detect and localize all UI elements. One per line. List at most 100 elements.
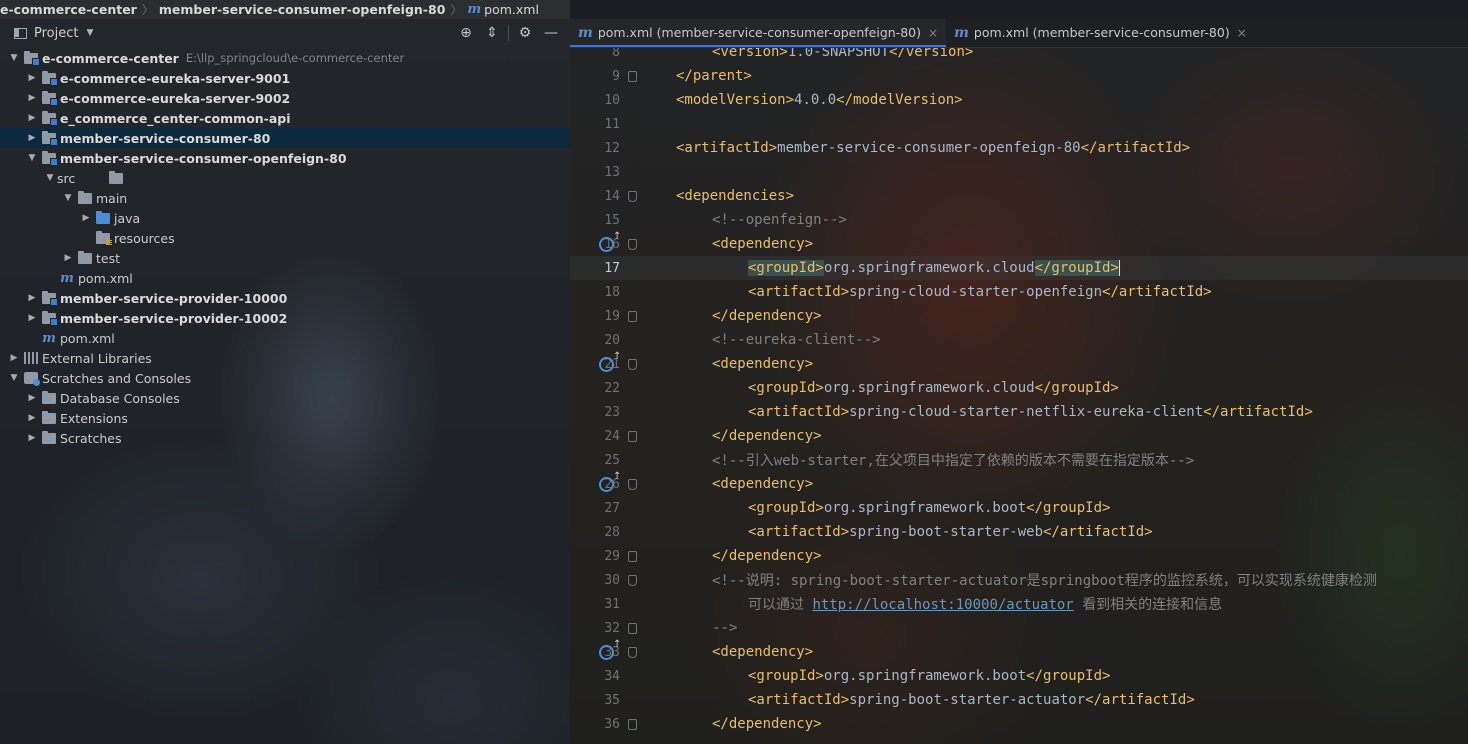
code-editor[interactable]: 8 <version>1.0-SNAPSHOT</version> 9 </pa… <box>570 19 1468 744</box>
tab-pom-openfeign-80[interactable]: m pom.xml (member-service-consumer-openf… <box>570 19 947 47</box>
tree-item-provider-10002[interactable]: ▶ member-service-provider-10002 <box>0 308 570 328</box>
fold-icon[interactable] <box>628 430 637 442</box>
code-line-25[interactable]: 25 <!--引入web-starter,在父项目中指定了依赖的版本不需要在指定… <box>570 448 1468 472</box>
tree-item-module-pom[interactable]: m pom.xml <box>0 268 570 288</box>
tree-item-test[interactable]: ▶ test <box>0 248 570 268</box>
breadcrumb-file[interactable]: pom.xml <box>484 2 539 17</box>
code-line-9[interactable]: 9 </parent> <box>570 64 1468 88</box>
collapse-arrow-icon[interactable]: ▶ <box>25 413 39 423</box>
collapse-arrow-icon[interactable]: ▶ <box>7 353 21 363</box>
maven-override-icon[interactable] <box>599 639 621 660</box>
expand-arrow-icon[interactable]: ▼ <box>25 153 39 163</box>
tree-item-provider-10000[interactable]: ▶ member-service-provider-10000 <box>0 288 570 308</box>
tree-item-eureka-9002[interactable]: ▶ e-commerce-eureka-server-9002 <box>0 88 570 108</box>
code-line-28[interactable]: 28 <artifactId>spring-boot-starter-web</… <box>570 520 1468 544</box>
expand-arrow-icon[interactable]: ▼ <box>7 373 21 383</box>
tree-item-common-api[interactable]: ▶ e_commerce_center-common-api <box>0 108 570 128</box>
code-line-12[interactable]: 12 <artifactId>member-service-consumer-o… <box>570 136 1468 160</box>
code-line-17[interactable]: 17 <groupId>org.springframework.cloud</g… <box>570 256 1468 280</box>
maven-file-icon: m <box>42 330 56 346</box>
tree-item-root-pom[interactable]: m pom.xml <box>0 328 570 348</box>
tree-item-database-consoles[interactable]: ▶ Database Consoles <box>0 388 570 408</box>
collapse-arrow-icon[interactable]: ▶ <box>25 133 39 143</box>
collapse-arrow-icon[interactable]: ▶ <box>25 293 39 303</box>
tab-pom-consumer-80[interactable]: m pom.xml (member-service-consumer-80) × <box>946 19 1255 47</box>
close-icon[interactable]: × <box>928 26 938 40</box>
maven-override-icon[interactable] <box>599 351 621 372</box>
expand-arrow-icon[interactable]: ▼ <box>7 53 21 63</box>
code-line-33[interactable]: 33 <dependency> <box>570 639 1468 664</box>
expand-arrow-icon[interactable]: ▼ <box>43 173 57 183</box>
code-line-13[interactable]: 13 <box>570 160 1468 184</box>
code-line-11[interactable]: 11 <box>570 112 1468 136</box>
tree-item-main[interactable]: ▼ main <box>0 188 570 208</box>
module-folder-icon <box>42 150 58 166</box>
project-view-selector[interactable]: Project ▼ <box>14 26 93 41</box>
fold-icon[interactable] <box>628 646 637 658</box>
collapse-arrow-icon[interactable]: ▶ <box>25 313 39 323</box>
breadcrumb-project[interactable]: e-commerce-center <box>0 2 137 17</box>
code-line-27[interactable]: 27 <groupId>org.springframework.boot</gr… <box>570 496 1468 520</box>
code-line-18[interactable]: 18 <artifactId>spring-cloud-starter-open… <box>570 280 1468 304</box>
chevron-down-icon: ▼ <box>86 28 94 38</box>
collapse-arrow-icon[interactable]: ▶ <box>25 433 39 443</box>
collapse-arrow-icon[interactable]: ▶ <box>25 93 39 103</box>
maven-override-icon[interactable] <box>599 471 621 492</box>
fold-icon[interactable] <box>628 550 637 562</box>
code-line-29[interactable]: 29 </dependency> <box>570 544 1468 568</box>
minimize-icon[interactable]: — <box>538 24 564 42</box>
fold-icon[interactable] <box>628 574 637 586</box>
code-line-31[interactable]: 31 可以通过 http://localhost:10000/actuator … <box>570 592 1468 616</box>
collapse-arrow-icon[interactable]: ▶ <box>79 213 93 223</box>
fold-icon[interactable] <box>628 238 637 250</box>
code-line-22[interactable]: 22 <groupId>org.springframework.cloud</g… <box>570 376 1468 400</box>
collapse-all-icon[interactable]: ⇕ <box>479 24 505 42</box>
tree-item-openfeign-80[interactable]: ▼ member-service-consumer-openfeign-80 <box>0 148 570 168</box>
code-line-19[interactable]: 19 </dependency> <box>570 304 1468 328</box>
code-line-23[interactable]: 23 <artifactId>spring-cloud-starter-netf… <box>570 400 1468 424</box>
breadcrumb-module[interactable]: member-service-consumer-openfeign-80 <box>159 2 446 17</box>
collapse-arrow-icon[interactable]: ▶ <box>61 253 75 263</box>
fold-icon[interactable] <box>628 70 637 82</box>
tree-item-resources[interactable]: resources <box>0 228 570 248</box>
code-area[interactable]: 8 <version>1.0-SNAPSHOT</version> 9 </pa… <box>570 40 1468 736</box>
code-line-20[interactable]: 20 <!--eureka-client--> <box>570 328 1468 352</box>
code-line-14[interactable]: 14 <dependencies> <box>570 184 1468 208</box>
locate-icon[interactable]: ⊕ <box>453 24 479 42</box>
comment-link[interactable]: http://localhost:10000/actuator <box>812 597 1073 613</box>
maven-override-icon[interactable] <box>599 231 621 252</box>
expand-arrow-icon[interactable]: ▼ <box>61 193 75 203</box>
code-line-32[interactable]: 32 --> <box>570 616 1468 640</box>
collapse-arrow-icon[interactable]: ▶ <box>25 393 39 403</box>
fold-icon[interactable] <box>628 718 637 730</box>
code-line-10[interactable]: 10 <modelVersion>4.0.0</modelVersion> <box>570 88 1468 112</box>
collapse-arrow-icon[interactable]: ▶ <box>25 73 39 83</box>
fold-icon[interactable] <box>628 190 637 202</box>
tree-item-external-libraries[interactable]: ▶ External Libraries <box>0 348 570 368</box>
code-line-36[interactable]: 36 </dependency> <box>570 712 1468 736</box>
tree-item-root[interactable]: ▼ e-commerce-center E:\llp_springcloud\e… <box>0 48 570 68</box>
fold-icon[interactable] <box>628 358 637 370</box>
code-line-16[interactable]: 16 <dependency> <box>570 231 1468 256</box>
tree-item-eureka-9001[interactable]: ▶ e-commerce-eureka-server-9001 <box>0 68 570 88</box>
fold-icon[interactable] <box>628 478 637 490</box>
code-line-35[interactable]: 35 <artifactId>spring-boot-starter-actua… <box>570 688 1468 712</box>
fold-icon[interactable] <box>628 310 637 322</box>
tree-item-extensions[interactable]: ▶ Extensions <box>0 408 570 428</box>
code-line-21[interactable]: 21 <dependency> <box>570 351 1468 376</box>
code-line-24[interactable]: 24 </dependency> <box>570 424 1468 448</box>
code-line-15[interactable]: 15 <!--openfeign--> <box>570 208 1468 232</box>
code-line-30[interactable]: 30 <!--说明: spring-boot-starter-actuator是… <box>570 568 1468 592</box>
tree-item-scratches[interactable]: ▶ Scratches <box>0 428 570 448</box>
tree-item-src[interactable]: ▼ src <box>0 168 570 188</box>
code-line-34[interactable]: 34 <groupId>org.springframework.boot</gr… <box>570 664 1468 688</box>
tree-item-java[interactable]: ▶ java <box>0 208 570 228</box>
gear-icon[interactable]: ⚙ <box>512 24 538 42</box>
tree-item-consumer-80[interactable]: ▶ member-service-consumer-80 <box>0 128 570 148</box>
fold-icon[interactable] <box>628 622 637 634</box>
close-icon[interactable]: × <box>1237 26 1247 40</box>
code-line-26[interactable]: 26 <dependency> <box>570 471 1468 496</box>
xml-tag: </artifactId> <box>1085 692 1195 708</box>
tree-item-scratches-consoles[interactable]: ▼ Scratches and Consoles <box>0 368 570 388</box>
collapse-arrow-icon[interactable]: ▶ <box>25 113 39 123</box>
